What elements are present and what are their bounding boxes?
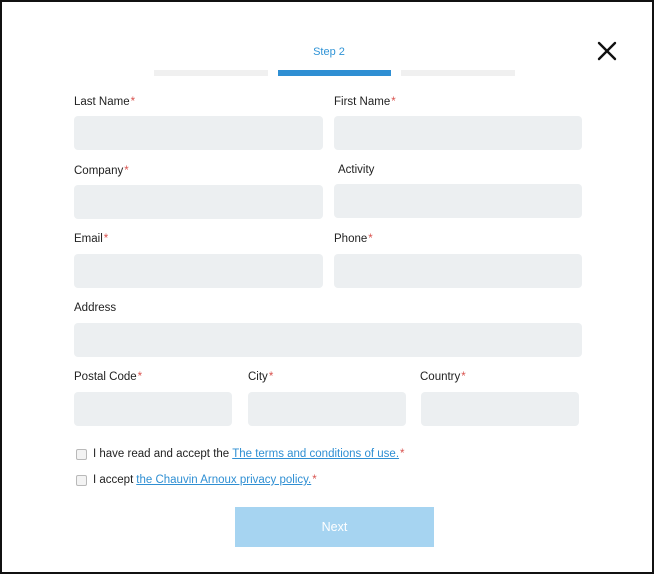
required-mark: * [103,233,109,245]
registration-dialog: Step 2 Last Name* First Name* Company* A… [0,0,654,574]
next-button[interactable]: Next [235,507,434,547]
required-mark: * [368,233,373,245]
company-label: Company* [74,165,129,177]
terms-link[interactable]: The terms and conditions of use. [232,448,399,460]
city-input[interactable] [248,392,406,426]
last-name-input[interactable] [74,116,323,150]
privacy-link[interactable]: the Chauvin Arnoux privacy policy. [136,474,311,486]
required-mark: * [461,371,466,383]
required-mark: * [312,474,317,486]
required-mark: * [268,371,274,383]
required-mark: * [137,371,143,383]
activity-input[interactable] [334,184,582,218]
address-label: Address [74,302,117,314]
country-input[interactable] [421,392,579,426]
country-label: Country* [420,371,466,383]
required-mark: * [124,165,129,177]
first-name-input[interactable] [334,116,582,150]
phone-input[interactable] [334,254,582,288]
terms-checkbox[interactable] [76,448,87,460]
email-input[interactable] [74,254,323,288]
required-mark: * [400,448,405,460]
progress-step-1 [154,70,268,76]
step-label: Step 2 [313,46,345,58]
progress-step-2-active [278,70,391,76]
phone-label: Phone* [334,233,373,245]
postal-code-input[interactable] [74,392,232,426]
terms-text: I have read and accept the [93,448,230,460]
city-label: City* [248,371,274,383]
address-input[interactable] [74,323,582,357]
progress-step-3 [401,70,515,76]
terms-consent-row: I have read and accept the The terms and… [76,448,405,460]
required-mark: * [130,96,136,108]
last-name-label: Last Name* [74,96,136,108]
privacy-consent-row: I accept the Chauvin Arnoux privacy poli… [76,474,317,486]
privacy-text: I accept [93,474,134,486]
privacy-checkbox[interactable] [76,474,87,486]
first-name-label: First Name* [334,96,396,108]
activity-label: Activity [338,164,375,176]
postal-code-label: Postal Code* [74,371,143,383]
email-label: Email* [74,233,109,245]
company-input[interactable] [74,185,323,219]
required-mark: * [391,96,396,108]
